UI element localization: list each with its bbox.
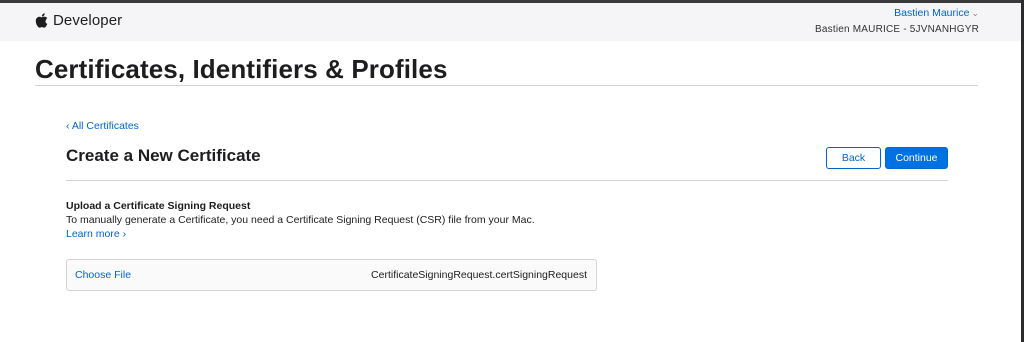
file-upload-field[interactable]: Choose File CertificateSigningRequest.ce… (66, 259, 597, 291)
developer-brand[interactable]: Developer (35, 12, 122, 29)
section-title: Create a New Certificate (66, 146, 261, 165)
team-label: Bastien MAURICE - 5JVNANHGYR (815, 24, 979, 35)
global-header: Developer Bastien Maurice ⌄ Bastien MAURI… (0, 3, 1021, 41)
brand-label: Developer (53, 12, 123, 29)
back-button[interactable]: Back (826, 147, 881, 169)
selected-file-name: CertificateSigningRequest.certSigningReq… (371, 269, 587, 281)
apple-icon (35, 13, 48, 28)
section-divider (66, 180, 948, 181)
chevron-down-icon[interactable]: ⌄ (971, 8, 979, 18)
choose-file-button[interactable]: Choose File (75, 269, 131, 281)
upload-description: To manually generate a Certificate, you … (66, 214, 535, 226)
title-divider (35, 85, 978, 86)
account-name[interactable]: Bastien Maurice ⌄ (815, 7, 979, 20)
page-title: Certificates, Identifiers & Profiles (35, 54, 448, 84)
all-certificates-link[interactable]: ‹ All Certificates (66, 120, 139, 132)
learn-more-link[interactable]: Learn more › (66, 228, 126, 240)
account-name-label[interactable]: Bastien Maurice (894, 7, 969, 19)
account-menu[interactable]: Bastien Maurice ⌄ Bastien MAURICE - 5JVNA… (815, 7, 979, 37)
upload-heading: Upload a Certificate Signing Request (66, 200, 251, 212)
continue-button[interactable]: Continue (885, 147, 948, 169)
